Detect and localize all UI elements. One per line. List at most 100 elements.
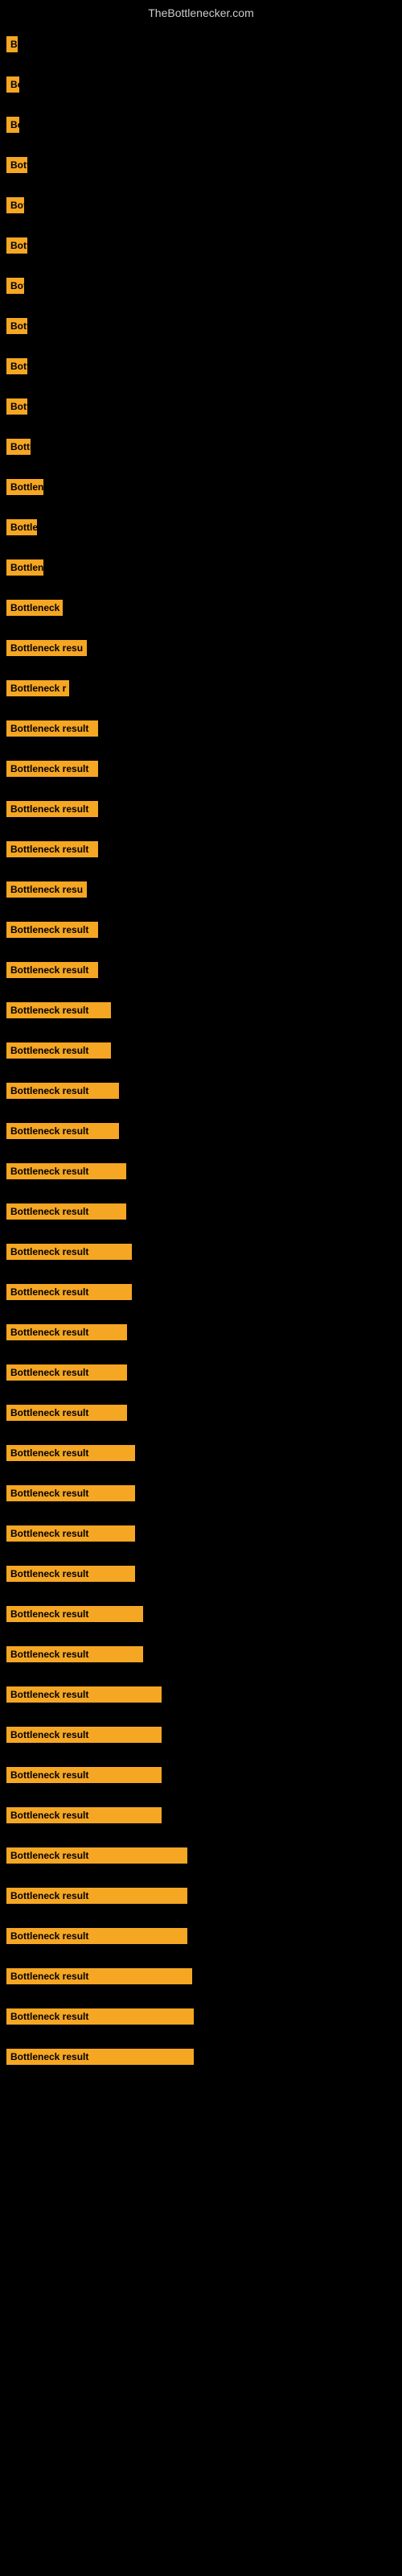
bottleneck-label: Bott: [6, 237, 27, 254]
bottleneck-label: Bottleneck result: [6, 1686, 162, 1703]
bottleneck-label: Bottleneck result: [6, 1928, 187, 1944]
bottleneck-label: Bottleneck result: [6, 1566, 135, 1582]
list-item: Bottleneck result: [0, 789, 402, 829]
bottleneck-label: Bottleneck result: [6, 962, 98, 978]
list-item: Bottleneck result: [0, 708, 402, 749]
bottleneck-label: Bottleneck result: [6, 801, 98, 817]
bottleneck-label: Bottleneck result: [6, 2008, 194, 2025]
list-item: Bot: [0, 266, 402, 306]
list-item: Bottleneck result: [0, 829, 402, 869]
list-item: Bottleneck result: [0, 1272, 402, 1312]
list-item: Bottl: [0, 427, 402, 467]
list-item: Bott: [0, 145, 402, 185]
list-item: Bottleneck result: [0, 1755, 402, 1795]
list-item: Bottle: [0, 507, 402, 547]
bottleneck-label: Bottleneck result: [6, 1445, 135, 1461]
list-item: Bottleneck result: [0, 2037, 402, 2077]
list-item: Bottleneck result: [0, 1030, 402, 1071]
bottleneck-label: Bottleneck result: [6, 1968, 192, 1984]
list-item: Bottleneck result: [0, 1674, 402, 1715]
bottleneck-label: Bottleneck r: [6, 680, 69, 696]
bottleneck-label: Bottleneck result: [6, 720, 98, 737]
list-item: Bottleneck result: [0, 1956, 402, 1996]
list-item: Bott: [0, 306, 402, 346]
list-item: Bottleneck result: [0, 1876, 402, 1916]
list-item: Bottleneck result: [0, 1191, 402, 1232]
bottleneck-label: Bottleneck: [6, 600, 63, 616]
bottleneck-label: Bottlen: [6, 559, 43, 576]
bottleneck-label: Bottleneck result: [6, 1324, 127, 1340]
bottleneck-label: Bott: [6, 318, 27, 334]
list-item: Bottleneck result: [0, 1111, 402, 1151]
list-item: Bottleneck result: [0, 749, 402, 789]
bottleneck-label: Bottleneck result: [6, 1123, 119, 1139]
bottleneck-label: Bottleneck result: [6, 1767, 162, 1783]
bottleneck-label: B: [6, 36, 18, 52]
list-item: Bottleneck result: [0, 1151, 402, 1191]
list-item: Bottleneck result: [0, 1594, 402, 1634]
list-item: Bottleneck result: [0, 1352, 402, 1393]
bottleneck-label: Bottleneck result: [6, 1485, 135, 1501]
list-item: Bottleneck result: [0, 1795, 402, 1835]
list-item: Bottleneck resu: [0, 628, 402, 668]
list-item: Bottleneck result: [0, 910, 402, 950]
list-item: Bott: [0, 386, 402, 427]
list-item: B: [0, 24, 402, 64]
list-item: Bottleneck result: [0, 1996, 402, 2037]
bottleneck-label: Bottleneck result: [6, 1284, 132, 1300]
list-item: Bottleneck result: [0, 1473, 402, 1513]
list-item: Bottleneck result: [0, 1634, 402, 1674]
list-item: Bottleneck result: [0, 1554, 402, 1594]
list-item: Bottleneck result: [0, 950, 402, 990]
bottleneck-label: Bottleneck result: [6, 1364, 127, 1381]
list-item: Bottlen: [0, 467, 402, 507]
list-item: Bottleneck: [0, 588, 402, 628]
bottleneck-label: Bottle: [6, 519, 37, 535]
bottleneck-label: Bottleneck result: [6, 1727, 162, 1743]
list-item: Bottleneck result: [0, 1916, 402, 1956]
bottleneck-label: Bot: [6, 197, 24, 213]
bottleneck-label: Bottleneck result: [6, 922, 98, 938]
bottleneck-label: Bottleneck result: [6, 841, 98, 857]
bottleneck-label: Bottleneck result: [6, 1525, 135, 1542]
bottleneck-label: Bottleneck result: [6, 1163, 126, 1179]
bottleneck-label: Bottleneck resu: [6, 881, 87, 898]
list-item: Bottleneck result: [0, 1232, 402, 1272]
list-item: Bottleneck result: [0, 1835, 402, 1876]
bottleneck-label: Bottleneck result: [6, 2049, 194, 2065]
bottleneck-label: Bottleneck result: [6, 1606, 143, 1622]
bottleneck-label: Bot: [6, 278, 24, 294]
bottleneck-label: Bottleneck result: [6, 1083, 119, 1099]
site-title: TheBottlenecker.com: [0, 0, 402, 23]
bottleneck-label: Bottlen: [6, 479, 43, 495]
bottleneck-label: Bottleneck resu: [6, 640, 87, 656]
bottleneck-label: Bo: [6, 117, 19, 133]
items-container: B Bo Bo Bott Bot Bott Bot Bott Bott Bott Bottl Bott…: [0, 24, 402, 2077]
list-item: Bottleneck resu: [0, 869, 402, 910]
list-item: Bo: [0, 105, 402, 145]
bottleneck-label: Bottleneck result: [6, 1002, 111, 1018]
bottleneck-label: Bottleneck result: [6, 1847, 187, 1864]
list-item: Bottleneck result: [0, 1513, 402, 1554]
list-item: Bottleneck r: [0, 668, 402, 708]
list-item: Bottleneck result: [0, 1312, 402, 1352]
bottleneck-label: Bottleneck result: [6, 1807, 162, 1823]
bottleneck-label: Bottleneck result: [6, 761, 98, 777]
list-item: Bottlen: [0, 547, 402, 588]
bottleneck-label: Bottl: [6, 439, 31, 455]
list-item: Bottleneck result: [0, 1393, 402, 1433]
bottleneck-label: Bott: [6, 358, 27, 374]
list-item: Bottleneck result: [0, 990, 402, 1030]
list-item: Bot: [0, 185, 402, 225]
bottleneck-label: Bo: [6, 76, 19, 93]
list-item: Bottleneck result: [0, 1433, 402, 1473]
bottleneck-label: Bottleneck result: [6, 1888, 187, 1904]
bottleneck-label: Bottleneck result: [6, 1405, 127, 1421]
bottleneck-label: Bottleneck result: [6, 1042, 111, 1059]
bottleneck-label: Bottleneck result: [6, 1646, 143, 1662]
bottleneck-label: Bottleneck result: [6, 1244, 132, 1260]
list-item: Bottleneck result: [0, 1715, 402, 1755]
list-item: Bott: [0, 346, 402, 386]
list-item: Bott: [0, 225, 402, 266]
list-item: Bo: [0, 64, 402, 105]
